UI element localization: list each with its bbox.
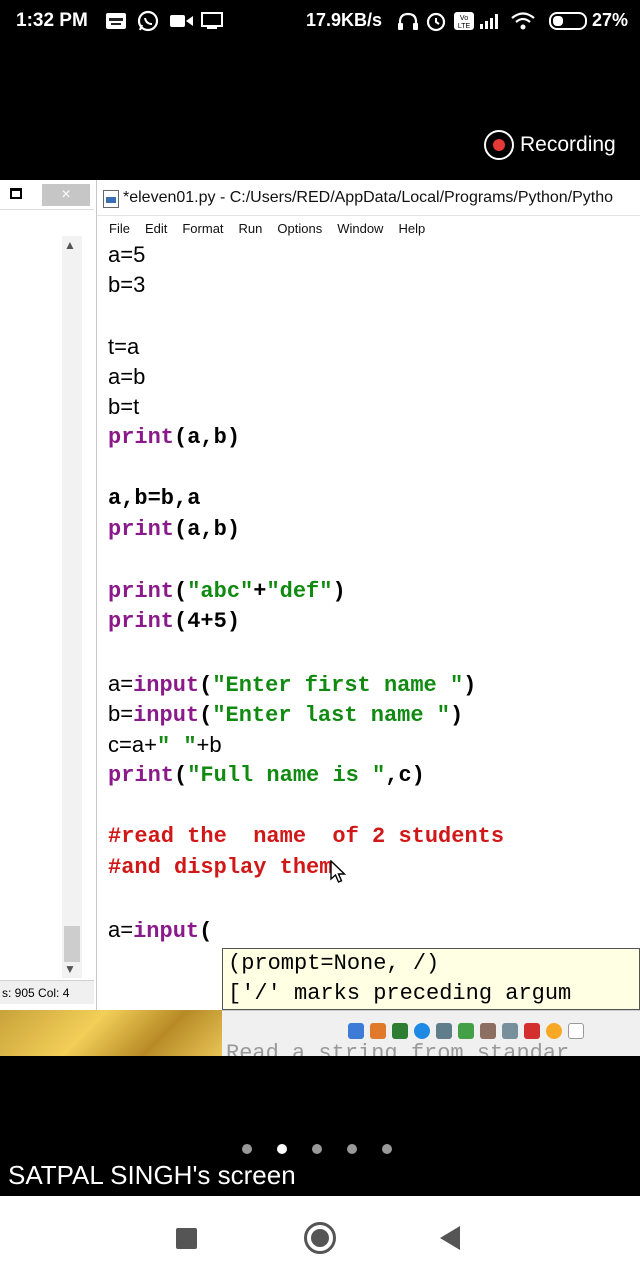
- tv-icon: [200, 10, 224, 32]
- maximize-icon[interactable]: [10, 188, 22, 199]
- editor-title: *eleven01.py - C:/Users/RED/AppData/Loca…: [123, 189, 614, 206]
- battery-icon: [546, 10, 590, 32]
- back-button[interactable]: [440, 1226, 460, 1250]
- code-line: #read the name of 2 students: [108, 824, 505, 849]
- calltip-signature: (prompt=None, /): [228, 951, 440, 976]
- page-dot[interactable]: [382, 1144, 392, 1154]
- recording-label: Recording: [520, 133, 616, 156]
- signal-icon: [478, 10, 504, 32]
- code-line: print(a,b): [108, 425, 241, 450]
- scroll-thumb[interactable]: [64, 926, 80, 962]
- status-time: 1:32 PM: [16, 10, 88, 31]
- menu-edit[interactable]: Edit: [145, 221, 167, 236]
- code-line: b=3: [108, 272, 146, 297]
- page-dot[interactable]: [347, 1144, 357, 1154]
- menu-window[interactable]: Window: [337, 221, 383, 236]
- paytm-icon: [104, 10, 128, 32]
- code-line: b=input("Enter last name "): [108, 701, 464, 728]
- status-bar: 1:32 PM 17.9KB/s Vo LTE 27%: [0, 0, 640, 44]
- record-dot-icon: [484, 130, 514, 160]
- page-dot-active[interactable]: [277, 1144, 287, 1154]
- code-line: print("Full name is ",c): [108, 763, 425, 788]
- menu-options[interactable]: Options: [277, 221, 322, 236]
- close-button[interactable]: ×: [42, 184, 90, 206]
- svg-text:Vo: Vo: [460, 15, 468, 22]
- code-line: a=input(: [108, 917, 213, 944]
- taskbar-tray: Read a string from standar: [222, 1010, 640, 1056]
- code-line: a=b: [108, 364, 146, 389]
- settings-icon[interactable]: [502, 1023, 518, 1039]
- page-dot[interactable]: [242, 1144, 252, 1154]
- recents-button[interactable]: [176, 1228, 197, 1249]
- code-line: print(4+5): [108, 609, 241, 634]
- recording-indicator[interactable]: Recording: [484, 128, 616, 162]
- code-line: a=5: [108, 242, 146, 267]
- editor-menubar: File Edit Format Run Options Window Help: [97, 216, 640, 240]
- display-icon[interactable]: [436, 1023, 452, 1039]
- code-line: c=a+" "+b: [108, 732, 222, 759]
- share-icon[interactable]: [458, 1023, 474, 1039]
- menu-format[interactable]: Format: [182, 221, 223, 236]
- code-line: print("abc"+"def"): [108, 579, 346, 604]
- search-icon[interactable]: [546, 1023, 562, 1039]
- code-line: b=t: [108, 394, 140, 419]
- network-icon[interactable]: [414, 1023, 430, 1039]
- video-icon: [170, 10, 194, 32]
- code-line: print(a,b): [108, 517, 241, 542]
- wifi-icon: [510, 10, 536, 32]
- shared-screen: × ▲ ▼ s: 905 Col: 4 *eleven01.py - C:/Us…: [0, 180, 640, 1056]
- alarm-icon: [424, 10, 448, 32]
- shell-window: × ▲ ▼ s: 905 Col: 4: [0, 180, 94, 1010]
- page-dot[interactable]: [312, 1144, 322, 1154]
- calltip-popup: (prompt=None, /) ['/' marks preceding ar…: [222, 948, 640, 1010]
- terminal-icon[interactable]: [392, 1023, 408, 1039]
- scroll-down-icon[interactable]: ▼: [64, 962, 76, 976]
- code-editor[interactable]: a=5 b=3 t=a a=b b=t print(a,b) a,b=b,a p…: [97, 240, 640, 1010]
- mouse-pointer-icon: [330, 860, 347, 883]
- keyboard-icon[interactable]: [568, 1023, 584, 1039]
- code-line: #and display them: [108, 855, 333, 880]
- net-speed: 17.9KB/s: [306, 10, 383, 30]
- shell-titlebar: ×: [0, 180, 94, 210]
- paint-icon[interactable]: [370, 1023, 386, 1039]
- svg-text:LTE: LTE: [458, 23, 471, 30]
- volte-icon: Vo LTE: [452, 10, 476, 32]
- tray-icons: [348, 1023, 584, 1039]
- menu-help[interactable]: Help: [398, 221, 425, 236]
- chrome-icon[interactable]: [348, 1023, 364, 1039]
- code-line: a,b=b,a: [108, 486, 201, 511]
- security-icon[interactable]: [524, 1023, 540, 1039]
- scroll-up-icon[interactable]: ▲: [64, 238, 76, 252]
- desktop-wallpaper: [0, 1010, 222, 1056]
- navigation-bar: [0, 1196, 640, 1280]
- home-button[interactable]: [304, 1222, 336, 1254]
- menu-run[interactable]: Run: [239, 221, 263, 236]
- editor-window: *eleven01.py - C:/Users/RED/AppData/Loca…: [96, 180, 640, 1010]
- whatsapp-icon: [136, 10, 160, 32]
- code-line: t=a: [108, 334, 140, 359]
- python-file-icon: [103, 190, 119, 208]
- calltip-note: ['/' marks preceding argum: [228, 981, 572, 1006]
- screen-owner-label: SATPAL SINGH's screen: [8, 1160, 296, 1190]
- page-indicator: [242, 1144, 392, 1154]
- menu-file[interactable]: File: [109, 221, 130, 236]
- tool-icon[interactable]: [480, 1023, 496, 1039]
- calltip-faded-text: Read a string from standar: [226, 1041, 570, 1056]
- editor-titlebar: *eleven01.py - C:/Users/RED/AppData/Loca…: [97, 180, 640, 216]
- battery-level: 27%: [592, 10, 629, 30]
- headphones-icon: [396, 10, 420, 32]
- shell-status-bar: s: 905 Col: 4: [0, 980, 94, 1004]
- code-line: a=input("Enter first name "): [108, 671, 477, 698]
- shell-scrollbar[interactable]: ▲ ▼: [62, 236, 82, 978]
